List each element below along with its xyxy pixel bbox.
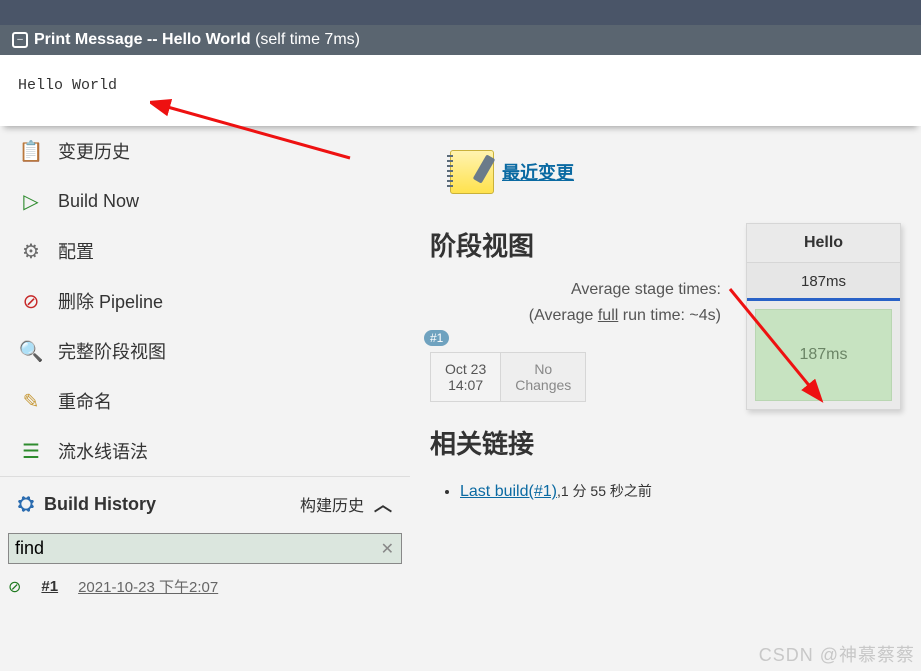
collapse-icon[interactable]: – <box>12 32 28 48</box>
build-number[interactable]: #1 <box>41 578 58 595</box>
output-text: Hello World <box>18 77 117 94</box>
settings-icon[interactable]: ⛭ <box>18 493 34 516</box>
menu-icon: ⊘ <box>18 288 44 314</box>
menu-icon: 🔍 <box>18 338 44 364</box>
build-history-subtitle: 构建历史 <box>300 492 364 516</box>
sidebar-item-label: 变更历史 <box>58 138 130 164</box>
clear-icon[interactable]: ✕ <box>381 539 394 559</box>
find-input[interactable] <box>8 533 402 564</box>
stage-avg-time: 187ms <box>747 263 900 301</box>
watermark: CSDN @神慕蔡蔡 <box>759 641 915 667</box>
menu-icon: ✎ <box>18 388 44 414</box>
permalinks: Last build(#1),1 分 55 秒之前 <box>430 481 901 501</box>
top-bar <box>0 0 921 25</box>
sidebar-item-2[interactable]: ⚙ 配置 <box>0 226 410 276</box>
notebook-icon <box>450 150 494 194</box>
sidebar-item-4[interactable]: 🔍 完整阶段视图 <box>0 326 410 376</box>
recent-changes-row: 最近变更 <box>430 126 901 204</box>
no-changes-2: Changes <box>515 377 571 393</box>
sidebar-item-3[interactable]: ⊘ 删除 Pipeline <box>0 276 410 326</box>
build-timestamp[interactable]: 2021-10-23 下午2:07 <box>78 576 218 597</box>
last-build-suffix: ,1 分 55 秒之前 <box>557 483 652 499</box>
stage-view: Average stage times: (Average full run t… <box>430 277 901 402</box>
menu-icon: ⚙ <box>18 238 44 264</box>
sidebar-item-label: 配置 <box>58 238 94 264</box>
sidebar-item-label: 删除 Pipeline <box>58 288 163 314</box>
success-icon: ⊘ <box>8 577 21 597</box>
menu-icon: 📋 <box>18 138 44 164</box>
menu-icon: ▷ <box>18 188 44 214</box>
content: 最近变更 阶段视图 Average stage times: (Average … <box>410 126 921 603</box>
build-history-header[interactable]: ⛭ Build History 构建历史 ︿ <box>0 476 410 527</box>
related-links-title: 相关链接 <box>430 402 901 475</box>
build-badge[interactable]: #1 <box>424 330 449 346</box>
list-item: Last build(#1),1 分 55 秒之前 <box>460 481 901 501</box>
last-build-link[interactable]: Last build(#1) <box>460 483 557 500</box>
menu-icon: ☰ <box>18 438 44 464</box>
chevron-up-icon[interactable]: ︿ <box>374 491 392 517</box>
print-message-title: Print Message -- Hello World <box>34 31 251 48</box>
sidebar-item-label: 完整阶段视图 <box>58 338 166 364</box>
cell-date: Oct 23 <box>445 361 486 377</box>
build-row[interactable]: ⊘ #1 2021-10-23 下午2:07 <box>0 570 410 603</box>
build-history-title: Build History <box>44 494 156 515</box>
recent-changes-link[interactable]: 最近变更 <box>502 159 574 185</box>
sidebar-item-5[interactable]: ✎ 重命名 <box>0 376 410 426</box>
sidebar-item-label: 重命名 <box>58 388 112 414</box>
sidebar: 📋 变更历史 ▷ Build Now ⚙ 配置 ⊘ 删除 Pipeline 🔍 完整阶段视图 ✎ 重命… <box>0 126 410 603</box>
sidebar-item-1[interactable]: ▷ Build Now <box>0 176 410 226</box>
no-changes-1: No <box>515 361 571 377</box>
sidebar-item-label: Build Now <box>58 191 139 212</box>
find-box: ✕ <box>8 533 402 564</box>
print-message-time: (self time 7ms) <box>255 31 360 48</box>
print-message-header[interactable]: – Print Message -- Hello World (self tim… <box>0 25 921 55</box>
console-output: Hello World <box>0 55 921 126</box>
sidebar-item-0[interactable]: 📋 变更历史 <box>0 126 410 176</box>
stage-name: Hello <box>747 224 900 263</box>
cell-time: 14:07 <box>445 377 486 393</box>
build-cell[interactable]: Oct 23 14:07 No Changes <box>430 352 586 402</box>
sidebar-item-6[interactable]: ☰ 流水线语法 <box>0 426 410 476</box>
sidebar-item-label: 流水线语法 <box>58 438 148 464</box>
